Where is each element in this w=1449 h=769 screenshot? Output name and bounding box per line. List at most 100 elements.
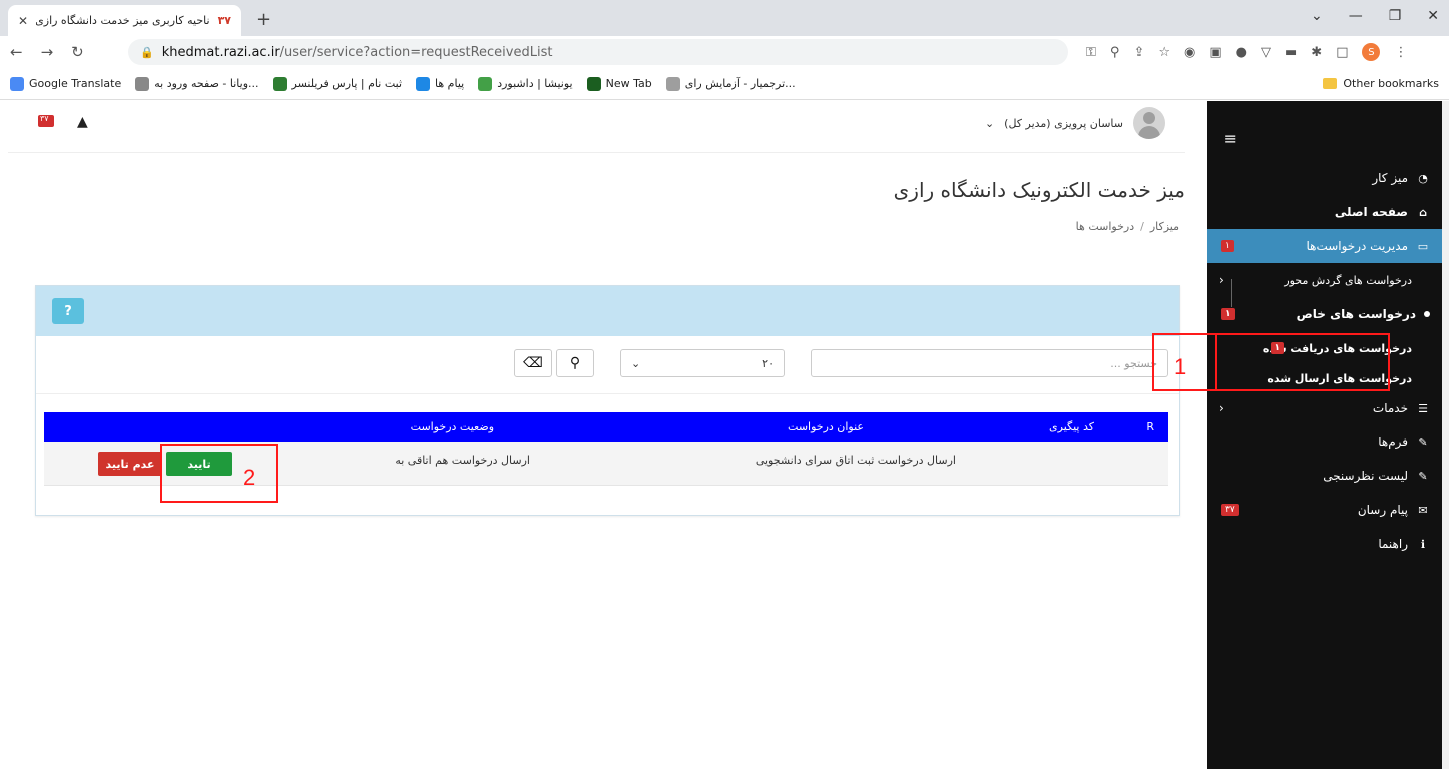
bookmark-label: یونیشا | داشبورد xyxy=(497,77,573,90)
url-field[interactable]: 🔒 khedmat.razi.ac.ir /user/service?actio… xyxy=(128,39,1068,65)
filter-bar: ⌫ ⚲ ⌄ ۲۰ جستجو ... xyxy=(36,336,1179,394)
tab-title: ناحیه کاربری میز خدمت دانشگاه رازی xyxy=(36,14,210,27)
avatar xyxy=(1133,107,1165,139)
sidebar-item-forms[interactable]: ✎ فرم‌ها xyxy=(1207,425,1442,459)
sidebar-item-label: درخواست های خاص xyxy=(1296,307,1416,321)
bookmark-item[interactable]: پیام ها xyxy=(416,76,465,91)
list-icon: ☰ xyxy=(1418,401,1428,415)
forward-icon[interactable]: → xyxy=(41,43,54,61)
new-tab-icon[interactable]: + xyxy=(256,9,271,30)
close-window-icon[interactable]: ✕ xyxy=(1427,8,1439,24)
bookmark-favicon-icon xyxy=(272,76,287,91)
breadcrumb-separator: / xyxy=(1140,220,1144,233)
bookmark-label: New Tab xyxy=(605,77,652,90)
reload-icon[interactable]: ↻ xyxy=(71,43,84,61)
bookmark-label: پیام ها xyxy=(435,77,465,90)
chevron-down-icon: ⌄ xyxy=(631,356,641,370)
annotation-label-2: 2 xyxy=(243,465,256,490)
bookmark-favicon-icon xyxy=(478,76,493,91)
chevron-down-icon: ⌄ xyxy=(984,116,995,130)
clear-filter-button[interactable]: ⌫ xyxy=(514,349,552,377)
close-tab-icon[interactable]: ✕ xyxy=(18,14,28,28)
annotation-box-1-ext xyxy=(1207,333,1390,391)
star-icon[interactable]: ☆ xyxy=(1158,45,1170,60)
bookmark-label: ترجمیار - آزمایش رای... xyxy=(684,77,796,90)
col-header-status: وضعیت درخواست xyxy=(410,420,494,433)
sidebar-item-special-requests[interactable]: درخواست های خاص ۱ xyxy=(1207,297,1442,331)
puzzle-icon[interactable]: ✱ xyxy=(1311,45,1322,60)
bookmark-favicon-icon xyxy=(665,76,680,91)
breadcrumb-item-dashboard[interactable]: میزکار xyxy=(1150,220,1179,233)
annotation-box-2 xyxy=(160,444,278,503)
sidebar-item-request-management[interactable]: ▭ مدیریت درخواست‌ها ۱ xyxy=(1207,229,1442,263)
extension-icon[interactable]: ▬ xyxy=(1285,45,1297,60)
browser-tab-bar: ۳۷ ناحیه کاربری میز خدمت دانشگاه رازی ✕ … xyxy=(0,0,1449,36)
chevron-left-icon: ‹ xyxy=(1219,401,1224,415)
help-button[interactable]: ? xyxy=(52,298,84,324)
sidebar-item-help[interactable]: ℹ راهنما xyxy=(1207,527,1442,561)
share-icon[interactable]: ⇪ xyxy=(1133,45,1144,60)
maximize-icon[interactable]: ❐ xyxy=(1389,8,1402,24)
user-menu[interactable]: ساسان پرویزی (مدیر کل) ⌄ xyxy=(985,107,1165,139)
sidebar-item-label: مدیریت درخواست‌ها xyxy=(1306,239,1408,253)
bell-icon[interactable]: ▲ xyxy=(77,114,88,130)
col-header-r: R xyxy=(1146,420,1154,433)
window-controls: ⌄ — ❐ ✕ xyxy=(1311,8,1439,24)
bookmark-label: ویانا - صفحه ورود به... xyxy=(154,77,259,90)
profile-avatar[interactable]: S xyxy=(1362,43,1381,61)
extension-icon[interactable]: ◉ xyxy=(1184,45,1195,60)
bookmark-item[interactable]: ترجمیار - آزمایش رای... xyxy=(665,76,796,91)
bookmark-label: ثبت نام | پارس فریلنسر xyxy=(291,77,403,90)
sidebar-item-surveys[interactable]: ✎ لیست نظرسنجی xyxy=(1207,459,1442,493)
count-badge: ۳۷ xyxy=(1221,504,1239,516)
edit-icon: ✎ xyxy=(1418,469,1428,483)
breadcrumb: میزکار / درخواست ها xyxy=(1076,220,1179,233)
site-favicon-icon: ۳۷ xyxy=(217,14,231,27)
page-size-select[interactable]: ⌄ ۲۰ xyxy=(620,349,785,377)
other-bookmarks[interactable]: Other bookmarks xyxy=(1323,77,1439,90)
lock-icon: 🔒 xyxy=(140,45,154,59)
bookmark-item[interactable]: Google Translate xyxy=(10,76,121,91)
bookmark-item[interactable]: یونیشا | داشبورد xyxy=(478,76,573,91)
search-icon: ⚲ xyxy=(569,355,581,371)
bookmark-item[interactable]: ویانا - صفحه ورود به... xyxy=(135,76,259,91)
extension-icons: ⚿ ⚲ ⇪ ☆ ◉ ▣ ● ▽ ▬ ✱ □ S ⋮ xyxy=(1086,43,1407,61)
menu-kebab-icon[interactable]: ⋮ xyxy=(1394,45,1407,60)
breadcrumb-item-requests: درخواست ها xyxy=(1075,220,1135,233)
sidebar-item-label: درخواست های گردش محور xyxy=(1284,273,1412,287)
bookmarks-bar: Google Translate ویانا - صفحه ورود به... ث… xyxy=(0,68,1449,100)
sidebar-item-home[interactable]: ⌂ صفحه اصلی xyxy=(1207,195,1442,229)
shield-icon[interactable]: ▽ xyxy=(1261,45,1271,60)
page-scrollbar[interactable] xyxy=(1442,101,1449,769)
minimize-icon[interactable]: — xyxy=(1349,8,1363,24)
bullet-icon xyxy=(1424,311,1430,317)
address-bar: ← → ↻ 🔒 khedmat.razi.ac.ir /user/service… xyxy=(0,36,1449,68)
key-icon[interactable]: ⚿ xyxy=(1086,45,1096,60)
browser-tab[interactable]: ۳۷ ناحیه کاربری میز خدمت دانشگاه رازی ✕ xyxy=(8,5,241,36)
requests-icon: ▭ xyxy=(1417,239,1429,253)
edit-icon: ✎ xyxy=(1418,435,1428,449)
zoom-icon[interactable]: ⚲ xyxy=(1110,45,1120,60)
sidebar-icon[interactable]: □ xyxy=(1336,45,1348,60)
page-size-value: ۲۰ xyxy=(762,356,774,370)
back-icon[interactable]: ← xyxy=(10,43,23,61)
folder-icon xyxy=(1323,78,1338,89)
search-button[interactable]: ⚲ xyxy=(556,349,594,377)
sidebar-item-messenger[interactable]: ✉ پیام رسان ۳۷ xyxy=(1207,493,1442,527)
cookie-icon[interactable]: ● xyxy=(1236,45,1247,60)
count-badge: ۱ xyxy=(1221,308,1235,320)
sidebar-item-services[interactable]: ☰ خدمات ‹ xyxy=(1207,391,1442,425)
col-header-title: عنوان درخواست xyxy=(788,420,864,433)
translate-extension-icon[interactable]: ▣ xyxy=(1209,45,1221,60)
hamburger-menu-icon[interactable]: ≡ xyxy=(1224,129,1237,148)
chevron-down-icon[interactable]: ⌄ xyxy=(1311,8,1323,24)
reject-button[interactable]: عدم تایید xyxy=(98,452,162,476)
mail-icon[interactable]: ۳۷ xyxy=(38,114,54,127)
search-input[interactable]: جستجو ... xyxy=(811,349,1168,377)
user-name: ساسان پرویزی (مدیر کل) xyxy=(1004,116,1123,130)
sidebar-item-dashboard[interactable]: ◔ میز کار xyxy=(1207,161,1442,195)
bookmark-item[interactable]: New Tab xyxy=(586,76,652,91)
url-host: khedmat.razi.ac.ir xyxy=(161,44,280,60)
sidebar-item-workflow-requests[interactable]: درخواست های گردش محور ‹ xyxy=(1207,263,1442,297)
bookmark-item[interactable]: ثبت نام | پارس فریلنسر xyxy=(272,76,403,91)
